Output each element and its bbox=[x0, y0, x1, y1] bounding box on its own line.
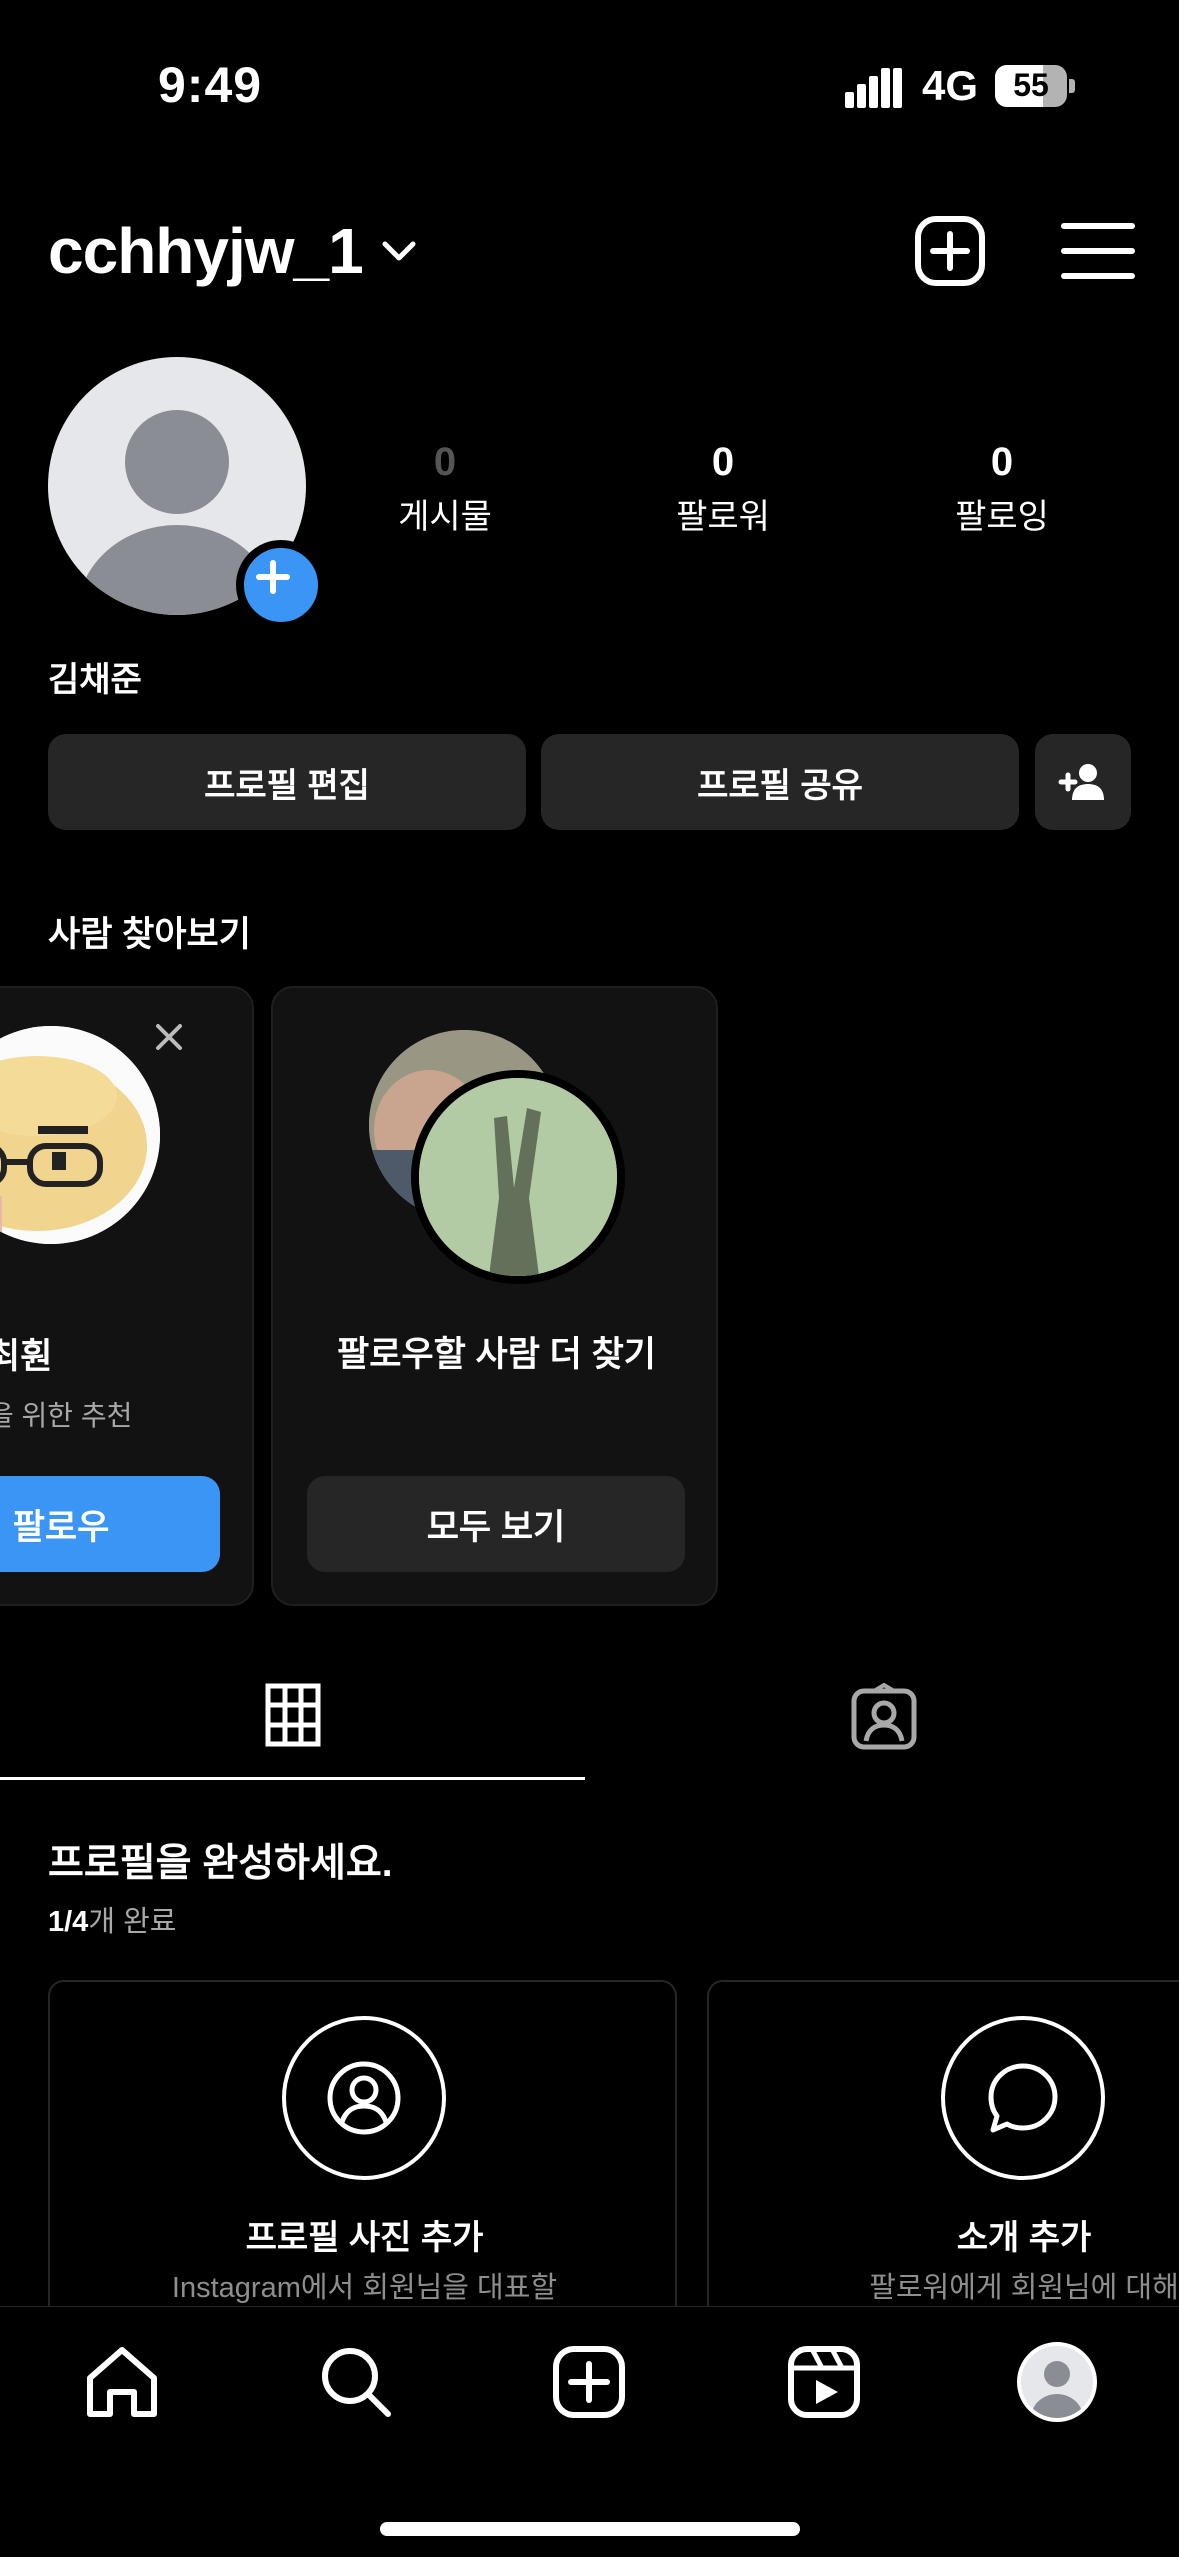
stat-following[interactable]: 0 팔로잉 bbox=[892, 440, 1112, 538]
follow-button-label: 팔로우 bbox=[12, 1507, 110, 1547]
speech-bubble-icon bbox=[988, 2063, 1058, 2133]
find-more-people-card: 팔로우할 사람 더 찾기 모두 보기 bbox=[271, 986, 718, 1606]
plus-icon bbox=[256, 560, 290, 594]
following-count: 0 bbox=[990, 440, 1014, 484]
progress-count: 1/4 bbox=[48, 1906, 89, 1938]
add-bio-desc: 팔로워에게 회원님에 대해 bbox=[869, 2272, 1179, 2304]
suggested-user-avatar[interactable] bbox=[0, 1026, 160, 1244]
cartoon-avatar-icon bbox=[0, 1026, 160, 1244]
follow-button[interactable]: 팔로우 bbox=[0, 1476, 220, 1572]
add-bio-title: 소개 추가 bbox=[956, 2219, 1092, 2257]
default-avatar-icon bbox=[1031, 2361, 1083, 2418]
posts-count: 0 bbox=[433, 440, 457, 484]
complete-profile-progress: 1/4개 완료 bbox=[48, 1898, 176, 1940]
suggestion-card: 최훤 을 위한 추천 팔로우 bbox=[0, 986, 254, 1606]
add-bio-card[interactable]: 소개 추가 팔로워에게 회원님에 대해 bbox=[707, 1980, 1179, 2320]
person-circle-icon bbox=[327, 2061, 401, 2135]
profile-photo-ring bbox=[282, 2016, 446, 2180]
new-post-icon[interactable] bbox=[913, 214, 987, 288]
close-icon[interactable] bbox=[154, 1022, 184, 1052]
share-profile-button[interactable]: 프로필 공유 bbox=[541, 734, 1019, 830]
stat-posts: 0 게시물 bbox=[335, 440, 555, 538]
create-icon[interactable] bbox=[551, 2344, 627, 2420]
posts-label: 게시물 bbox=[398, 498, 492, 536]
grid-tab-icon[interactable] bbox=[265, 1683, 321, 1747]
home-indicator bbox=[380, 2522, 800, 2536]
suggested-user-name: 최훤 bbox=[0, 1337, 53, 1376]
stat-followers[interactable]: 0 팔로워 bbox=[613, 440, 833, 538]
bio-ring bbox=[941, 2016, 1105, 2180]
add-photo-desc: Instagram에서 회원님을 대표할 bbox=[171, 2272, 558, 2304]
peace-shadow-photo-icon bbox=[419, 1078, 617, 1276]
profile-full-name: 김채준 bbox=[48, 661, 142, 699]
add-person-icon bbox=[1058, 764, 1104, 800]
search-icon[interactable] bbox=[318, 2344, 394, 2420]
reels-icon[interactable] bbox=[786, 2344, 862, 2420]
active-tab-indicator bbox=[0, 1777, 585, 1780]
username-switcher[interactable]: cchhyjw_1 bbox=[48, 214, 364, 288]
home-icon[interactable] bbox=[84, 2344, 160, 2420]
chevron-down-icon[interactable] bbox=[381, 238, 417, 266]
profile-tab-avatar[interactable] bbox=[1017, 2342, 1097, 2422]
discover-people-title: 사람 찾아보기 bbox=[48, 915, 251, 954]
add-story-button[interactable] bbox=[236, 540, 326, 630]
menu-icon[interactable] bbox=[1058, 214, 1138, 288]
status-time: 9:49 bbox=[158, 57, 263, 113]
followers-count: 0 bbox=[711, 440, 735, 484]
network-type: 4G bbox=[922, 62, 979, 109]
signal-icon bbox=[845, 68, 902, 108]
following-label: 팔로잉 bbox=[955, 498, 1049, 536]
add-photo-title: 프로필 사진 추가 bbox=[245, 2219, 484, 2257]
complete-profile-title: 프로필을 완성하세요. bbox=[48, 1842, 393, 1885]
followers-label: 팔로워 bbox=[676, 498, 770, 536]
tagged-tab-icon[interactable] bbox=[850, 1683, 918, 1751]
see-all-button[interactable]: 모두 보기 bbox=[307, 1476, 685, 1572]
progress-text: 개 완료 bbox=[88, 1906, 177, 1938]
friend-avatar-front bbox=[419, 1078, 617, 1276]
edit-profile-button[interactable]: 프로필 편집 bbox=[48, 734, 526, 830]
suggestion-reason: 을 위한 추천 bbox=[0, 1400, 133, 1431]
battery-icon: 55 bbox=[995, 65, 1075, 107]
battery-level: 55 bbox=[1013, 67, 1049, 103]
find-more-title: 팔로우할 사람 더 찾기 bbox=[337, 1335, 656, 1374]
add-profile-photo-card[interactable]: 프로필 사진 추가 Instagram에서 회원님을 대표할 bbox=[48, 1980, 677, 2320]
discover-people-button[interactable] bbox=[1035, 734, 1131, 830]
